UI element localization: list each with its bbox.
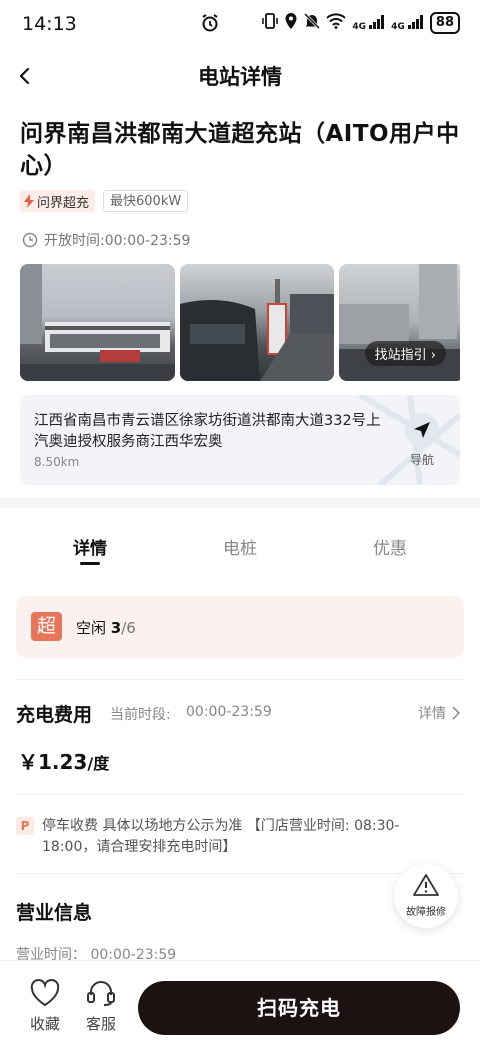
page-title: 电站详情: [198, 65, 282, 89]
lightning-icon: [24, 194, 34, 208]
super-charge-tag-label: 问界超充: [37, 195, 90, 211]
fault-report-label: 故障报修: [406, 907, 446, 918]
heart-icon: [30, 979, 60, 1007]
chevron-right-icon: ›: [430, 348, 436, 363]
wifi-icon: [326, 13, 347, 33]
divider: [16, 794, 464, 795]
fault-report-button[interactable]: 故障报修: [394, 864, 458, 928]
battery-level: 88: [429, 12, 460, 34]
station-photo-1[interactable]: [20, 264, 175, 381]
address-card[interactable]: 江西省南昌市青云谱区徐家坊街道洪都南大道332号上汽奥迪授权服务商江西华宏奥 8…: [20, 395, 460, 485]
status-time: 14:13: [22, 13, 77, 35]
opening-hours-text: 开放时间:00:00-23:59: [44, 233, 191, 249]
network-type-2: 4G: [391, 21, 405, 32]
station-address: 江西省南昌市青云谱区徐家坊街道洪都南大道332号上汽奥迪授权服务商江西华宏奥: [34, 413, 381, 450]
tab-discounts[interactable]: 优惠: [350, 534, 430, 559]
detail-tabs: 详情 电桩 优惠: [0, 520, 480, 570]
idle-status-card: 超 空闲 3/6: [16, 596, 464, 658]
station-photo-2[interactable]: [180, 264, 334, 381]
station-photos[interactable]: 找站指引 ›: [20, 264, 460, 381]
station-distance: 8.50km: [34, 455, 80, 469]
network-type-1: 4G: [352, 21, 366, 32]
mute-icon: [304, 12, 321, 34]
chevron-right-icon: [452, 706, 460, 720]
status-icons: 4G 4G 88: [262, 12, 460, 34]
fee-detail-label: 详情: [418, 706, 446, 722]
location-icon: [284, 12, 298, 34]
nav-bar: 电站详情: [0, 48, 480, 104]
section-divider: [0, 498, 480, 508]
alarm-icon: [200, 13, 220, 37]
current-period-label: 当前时段:: [110, 707, 171, 723]
current-period: 00:00-23:59: [186, 704, 272, 720]
vibrate-icon: [262, 12, 279, 34]
favorite-button[interactable]: 收藏: [20, 979, 70, 1034]
idle-count: 空闲 3/6: [76, 617, 136, 638]
parking-text: 停车收费 具体以场地方公示为准 【门店营业时间: 08:30-18:00，请合理…: [42, 818, 400, 855]
headset-icon: [87, 981, 115, 1006]
scan-to-charge-button[interactable]: 扫码充电: [138, 981, 460, 1035]
fee-detail-link[interactable]: 详情: [418, 703, 460, 723]
idle-label: 空闲: [76, 619, 107, 637]
station-name: 问界南昌洪都南大道超充站（AITO用户中心）: [20, 121, 460, 179]
parking-icon: P: [16, 817, 34, 835]
divider: [16, 679, 464, 680]
price-value: ￥1.23: [18, 750, 88, 774]
price: ￥1.23/度: [18, 746, 109, 775]
station-tags: 问界超充 最快600kW: [20, 190, 189, 212]
status-bar: 14:13 4G 4G 88: [0, 0, 480, 48]
station-photo-3[interactable]: 找站指引 ›: [339, 264, 460, 381]
parking-info: P 停车收费 具体以场地方公示为准 【门店营业时间: 08:30-18:00，请…: [16, 816, 406, 858]
idle-total-count: /6: [121, 619, 136, 637]
signal-icon-1: 4G: [352, 14, 385, 32]
favorite-label: 收藏: [29, 1015, 60, 1033]
find-station-guide-button[interactable]: 找站指引 ›: [364, 341, 446, 366]
navigate-button[interactable]: 导航: [402, 413, 442, 468]
price-unit: /度: [87, 754, 110, 773]
charging-fee-title: 充电费用: [16, 704, 93, 726]
customer-service-button[interactable]: 客服: [76, 979, 126, 1034]
navigation-arrow-icon: [405, 413, 439, 447]
super-charge-tag: 问界超充: [20, 190, 96, 212]
tab-chargers[interactable]: 电桩: [200, 534, 280, 559]
customer-service-label: 客服: [85, 1015, 116, 1033]
business-info-title: 营业信息: [16, 902, 93, 924]
signal-icon-2: 4G: [391, 14, 424, 32]
idle-free-count: 3: [110, 619, 122, 637]
bottom-action-bar: 收藏 客服 扫码充电: [0, 960, 480, 1058]
find-station-guide-label: 找站指引: [374, 348, 427, 363]
warning-icon: [413, 874, 439, 896]
active-tab-indicator: [80, 562, 100, 565]
tab-details[interactable]: 详情: [50, 534, 130, 559]
max-power-tag: 最快600kW: [103, 190, 189, 212]
clock-icon: [22, 232, 38, 248]
opening-hours: 开放时间:00:00-23:59: [22, 230, 190, 250]
navigate-label: 导航: [409, 453, 434, 467]
super-charge-badge: 超: [31, 612, 62, 641]
